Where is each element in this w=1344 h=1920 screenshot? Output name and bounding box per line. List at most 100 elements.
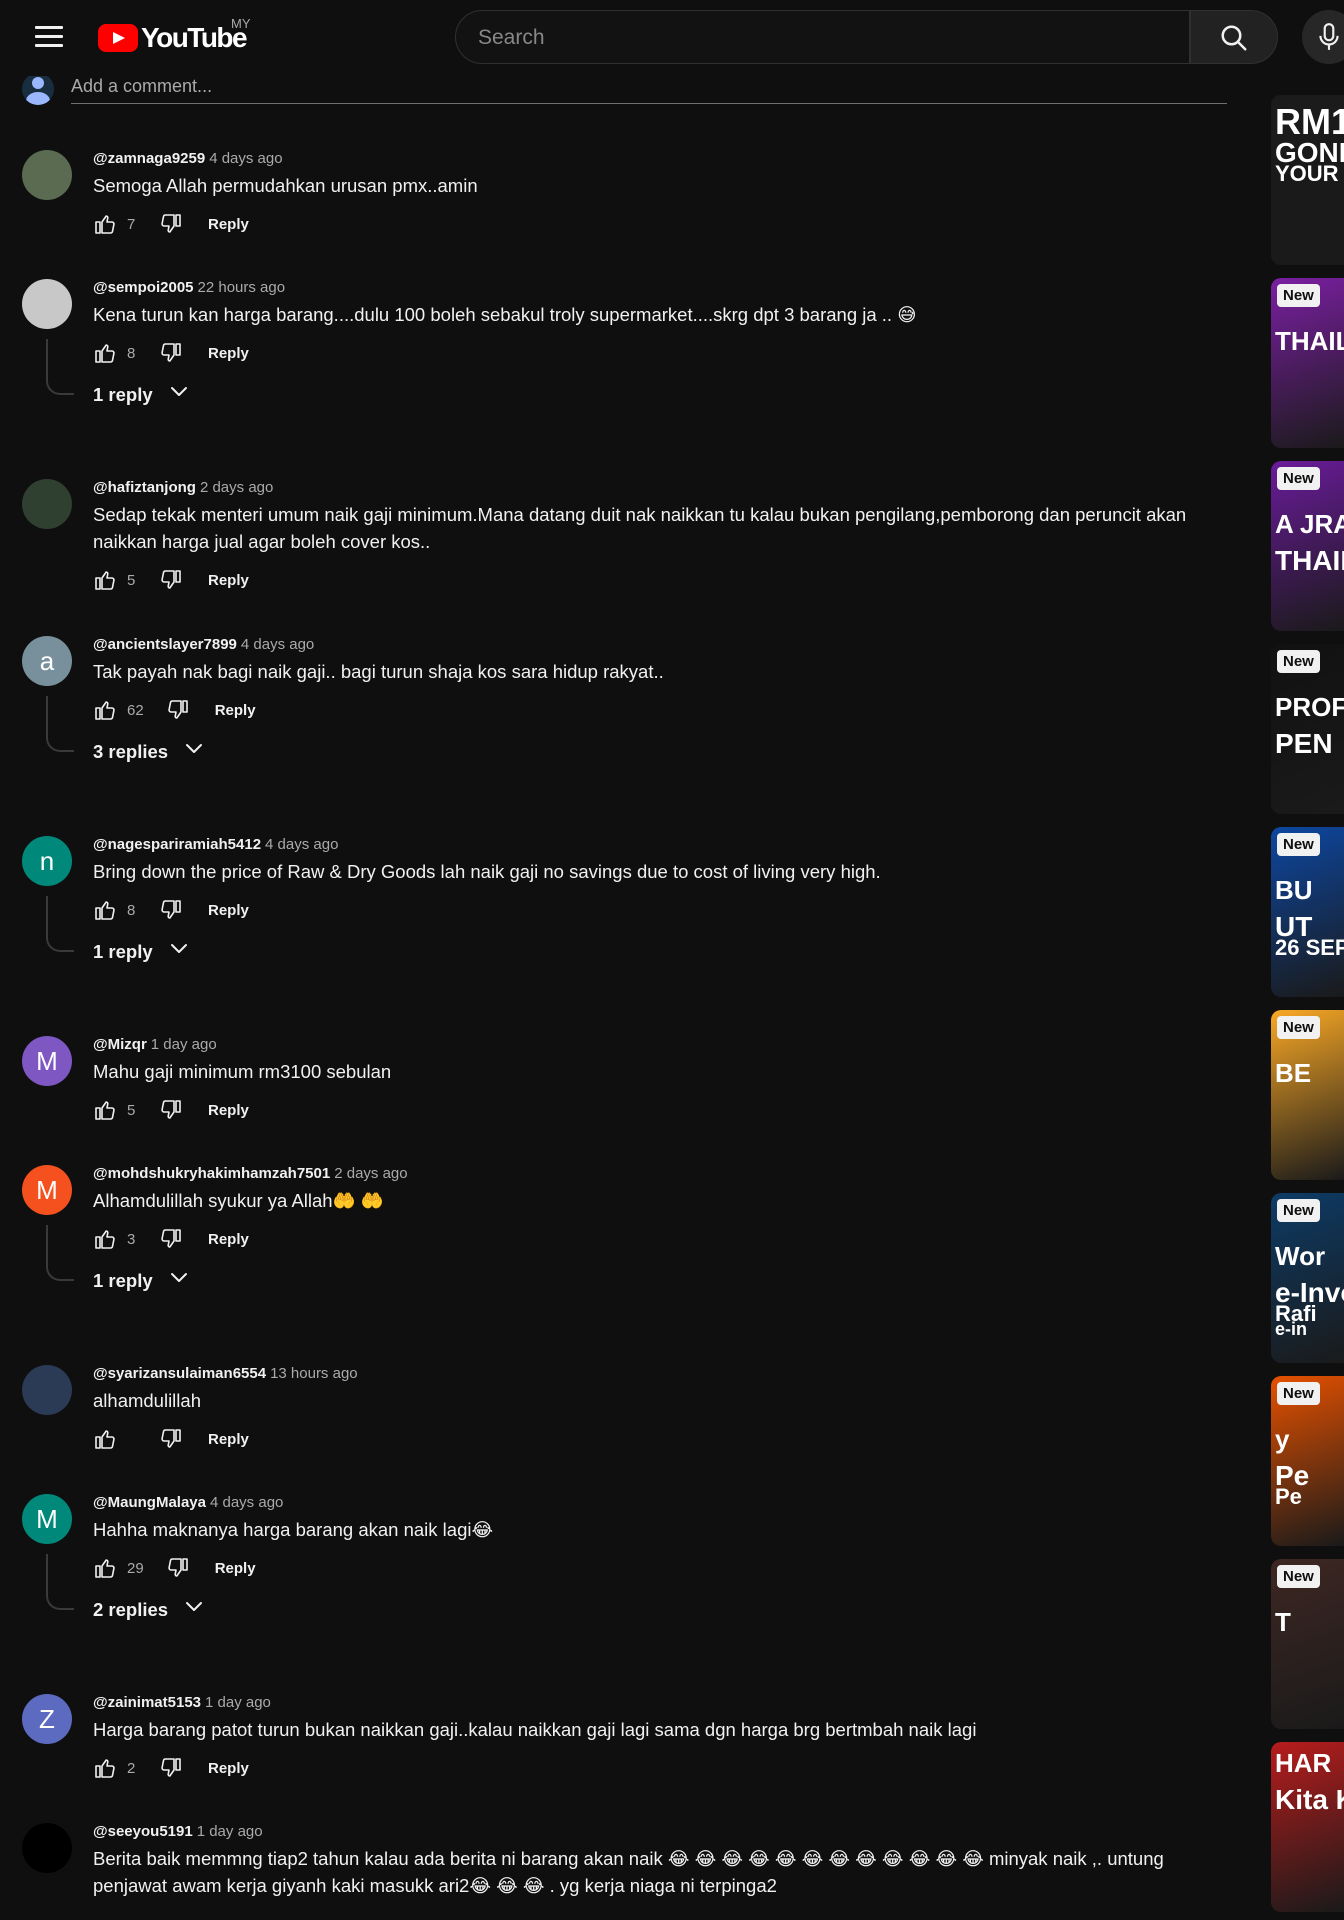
reply-button[interactable]: Reply	[208, 1231, 249, 1248]
like-icon[interactable]	[93, 568, 117, 592]
comment-time[interactable]: 1 day ago	[151, 1036, 217, 1053]
reply-button[interactable]: Reply	[208, 572, 249, 589]
comment-time[interactable]: 22 hours ago	[198, 279, 286, 296]
thumbnail-text: THAILA	[1275, 326, 1344, 356]
comment-time[interactable]: 2 days ago	[200, 479, 273, 496]
comment-time[interactable]: 13 hours ago	[270, 1365, 358, 1382]
related-video-thumbnail[interactable]: HAR Kita Kita PM	[1271, 1742, 1344, 1912]
reply-button[interactable]: Reply	[208, 345, 249, 362]
commenter-avatar[interactable]: M	[22, 1036, 72, 1086]
dislike-icon[interactable]	[166, 1556, 190, 1580]
new-badge: New	[1277, 1565, 1320, 1588]
commenter-avatar[interactable]	[22, 150, 72, 200]
like-icon[interactable]	[93, 341, 117, 365]
like-icon[interactable]	[93, 1427, 117, 1451]
dislike-icon[interactable]	[159, 1098, 183, 1122]
comment-actions: 7 Reply	[93, 209, 249, 239]
related-video-thumbnail[interactable]: PROF PEN New	[1271, 644, 1344, 814]
commenter-avatar[interactable]	[22, 279, 72, 329]
reply-button[interactable]: Reply	[208, 1760, 249, 1777]
comment-time[interactable]: 4 days ago	[265, 836, 338, 853]
comment-author[interactable]: @zainimat5153	[93, 1694, 201, 1711]
like-icon[interactable]	[93, 212, 117, 236]
comment-header: @seeyou5191 1 day ago	[93, 1823, 263, 1840]
dislike-icon[interactable]	[159, 1227, 183, 1251]
menu-icon[interactable]	[35, 26, 63, 50]
view-replies-button[interactable]: 1 reply	[93, 937, 191, 966]
related-video-thumbnail[interactable]: RM10GONEYOUR PAY	[1271, 95, 1344, 265]
commenter-avatar[interactable]	[22, 1823, 72, 1873]
new-badge: New	[1277, 284, 1320, 307]
reply-button[interactable]: Reply	[215, 1560, 256, 1577]
comment-time[interactable]: 4 days ago	[241, 636, 314, 653]
reply-button[interactable]: Reply	[208, 216, 249, 233]
view-replies-button[interactable]: 3 replies	[93, 737, 206, 766]
comment-text: Kena turun kan harga barang....dulu 100 …	[93, 304, 917, 325]
dislike-icon[interactable]	[159, 212, 183, 236]
comment-actions: 5 Reply	[93, 565, 249, 595]
reply-button[interactable]: Reply	[215, 702, 256, 719]
dislike-icon[interactable]	[159, 898, 183, 922]
related-video-thumbnail[interactable]: y Pe Pe New	[1271, 1376, 1344, 1546]
comment-author[interactable]: @sempoi2005	[93, 279, 194, 296]
dislike-icon[interactable]	[166, 698, 190, 722]
related-video-thumbnail[interactable]: T New	[1271, 1559, 1344, 1729]
comment-author[interactable]: @nagespariramiah5412	[93, 836, 261, 853]
like-icon[interactable]	[93, 1098, 117, 1122]
like-icon[interactable]	[93, 1227, 117, 1251]
comment-time[interactable]: 4 days ago	[210, 1494, 283, 1511]
comment-text: Semoga Allah permudahkan urusan pmx..ami…	[93, 175, 478, 196]
comment-author[interactable]: @ancientslayer7899	[93, 636, 237, 653]
like-icon[interactable]	[93, 698, 117, 722]
related-video-thumbnail[interactable]: BE New	[1271, 1010, 1344, 1180]
comment-header: @Mizqr 1 day ago	[93, 1036, 217, 1053]
chevron-down-icon	[153, 380, 191, 409]
reply-button[interactable]: Reply	[208, 1431, 249, 1448]
like-icon[interactable]	[93, 1756, 117, 1780]
related-video-thumbnail[interactable]: A JRA THAILA New	[1271, 461, 1344, 631]
reply-button[interactable]: Reply	[208, 1102, 249, 1119]
comment-author[interactable]: @hafiztanjong	[93, 479, 196, 496]
view-replies-button[interactable]: 1 reply	[93, 380, 191, 409]
commenter-avatar[interactable]: M	[22, 1494, 72, 1544]
voice-search-button[interactable]	[1302, 10, 1344, 64]
comment-text: Tak payah nak bagi naik gaji.. bagi turu…	[93, 661, 664, 682]
thumbnail-text: YOUR PAY	[1275, 161, 1344, 186]
related-video-thumbnail[interactable]: BUUT26 SEPTNew	[1271, 827, 1344, 997]
dislike-icon[interactable]	[159, 1756, 183, 1780]
comment-author[interactable]: @Mizqr	[93, 1036, 147, 1053]
youtube-logo[interactable]: YouTube	[98, 22, 248, 54]
comment-time[interactable]: 1 day ago	[205, 1694, 271, 1711]
commenter-avatar[interactable]: Z	[22, 1694, 72, 1744]
thumbnail-text: Kita Kita PM	[1275, 1784, 1344, 1815]
view-replies-button[interactable]: 2 replies	[93, 1595, 206, 1624]
comment-header: @zainimat5153 1 day ago	[93, 1694, 271, 1711]
commenter-avatar[interactable]: n	[22, 836, 72, 886]
related-video-thumbnail[interactable]: THAILA New	[1271, 278, 1344, 448]
commenter-avatar[interactable]: a	[22, 636, 72, 686]
comment-actions: 8 Reply	[93, 338, 249, 368]
like-icon[interactable]	[93, 898, 117, 922]
commenter-avatar[interactable]	[22, 479, 72, 529]
comment-author[interactable]: @syarizansulaiman6554	[93, 1365, 266, 1382]
comment-author[interactable]: @MaungMalaya	[93, 1494, 206, 1511]
comment-time[interactable]: 2 days ago	[334, 1165, 407, 1182]
commenter-avatar[interactable]: M	[22, 1165, 72, 1215]
microphone-icon	[1319, 23, 1339, 50]
dislike-icon[interactable]	[159, 568, 183, 592]
comment-author[interactable]: @zamnaga9259	[93, 150, 205, 167]
search-input[interactable]	[456, 11, 1140, 65]
comment-time[interactable]: 1 day ago	[197, 1823, 263, 1840]
search-button[interactable]	[1190, 10, 1278, 64]
reply-button[interactable]: Reply	[208, 902, 249, 919]
comment-time[interactable]: 4 days ago	[209, 150, 282, 167]
dislike-icon[interactable]	[159, 1427, 183, 1451]
view-replies-button[interactable]: 1 reply	[93, 1266, 191, 1295]
dislike-icon[interactable]	[159, 341, 183, 365]
commenter-avatar[interactable]	[22, 1365, 72, 1415]
avatar-letter: Z	[39, 1703, 55, 1734]
comment-author[interactable]: @mohdshukryhakimhamzah7501	[93, 1165, 330, 1182]
like-icon[interactable]	[93, 1556, 117, 1580]
related-video-thumbnail[interactable]: Wore-InvoiRafie-inNew	[1271, 1193, 1344, 1363]
comment-author[interactable]: @seeyou5191	[93, 1823, 193, 1840]
